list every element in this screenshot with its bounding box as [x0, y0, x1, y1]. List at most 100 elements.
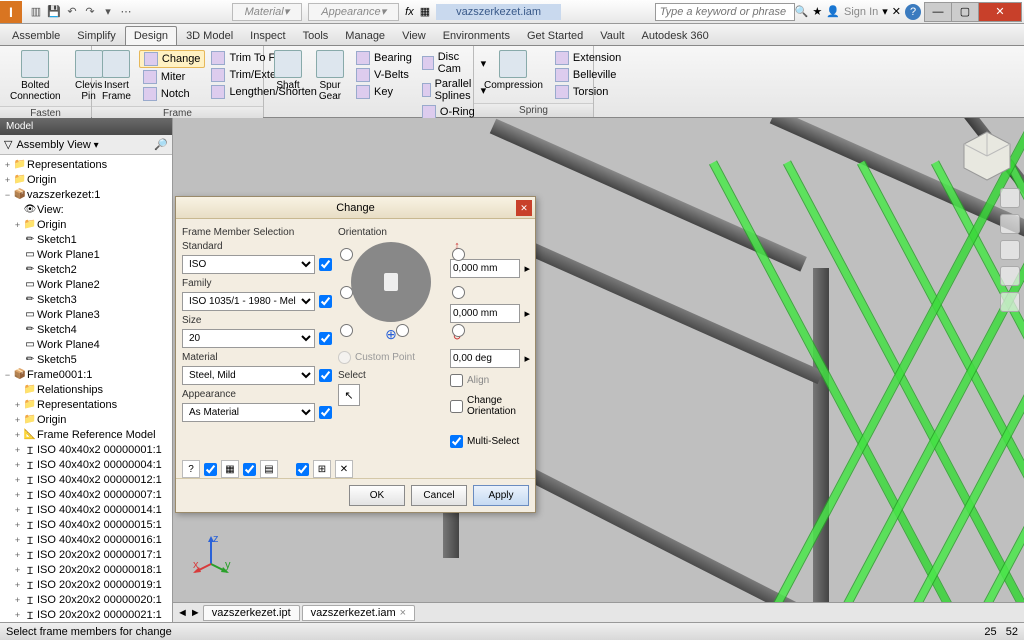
ribbon-tab[interactable]: Environments: [435, 27, 518, 45]
shaft-button[interactable]: Shaft: [268, 48, 308, 93]
star-icon[interactable]: ★: [812, 5, 822, 18]
opt-check[interactable]: [243, 463, 256, 476]
angle-input[interactable]: [450, 349, 520, 368]
appearance-check[interactable]: [319, 406, 332, 419]
miter-button[interactable]: Miter: [139, 69, 206, 85]
qat-undo-icon[interactable]: ↶: [64, 4, 80, 20]
tree-node[interactable]: ▭Work Plane3: [0, 307, 172, 322]
opt-button[interactable]: ✕: [335, 460, 353, 478]
tree-node[interactable]: +📁Origin: [0, 412, 172, 427]
file-tab[interactable]: vazszerkezet.ipt: [203, 605, 300, 621]
close-tab-icon[interactable]: ×: [400, 607, 406, 619]
orbit-icon[interactable]: [1000, 214, 1020, 234]
tree-node[interactable]: +📐Frame Reference Model: [0, 427, 172, 442]
dropdown-icon[interactable]: ▾: [882, 5, 888, 18]
tree-node[interactable]: +ꞮISO 20x20x2 00000017:1: [0, 547, 172, 562]
bearing-button[interactable]: Bearing: [352, 50, 416, 66]
compression-button[interactable]: Compression: [478, 48, 549, 93]
browser-header[interactable]: Model: [0, 118, 172, 135]
qat-select-icon[interactable]: ▾: [100, 4, 116, 20]
maximize-button[interactable]: ▢: [951, 2, 979, 22]
torsion-button[interactable]: Torsion: [551, 84, 625, 100]
ribbon-tab[interactable]: View: [394, 27, 434, 45]
opt-check[interactable]: [296, 463, 309, 476]
tree[interactable]: +📁Representations +📁Origin −📦vazszerkezet:…: [0, 155, 172, 622]
zoom-icon[interactable]: [1000, 266, 1020, 286]
ori-radio[interactable]: [452, 286, 465, 299]
dialog-close-button[interactable]: ✕: [516, 200, 532, 216]
tree-node[interactable]: −📦vazszerkezet:1: [0, 187, 172, 202]
help-icon[interactable]: ?: [905, 4, 921, 20]
tree-node[interactable]: +ꞮISO 40x40x2 00000012:1: [0, 472, 172, 487]
close-button[interactable]: ✕: [978, 2, 1022, 22]
ribbon-tab[interactable]: Get Started: [519, 27, 591, 45]
spinner-icon[interactable]: ▸: [524, 352, 530, 365]
tree-node[interactable]: +ꞮISO 40x40x2 00000015:1: [0, 517, 172, 532]
select-pick-button[interactable]: ↖: [338, 384, 360, 406]
ribbon-tab[interactable]: Inspect: [242, 27, 293, 45]
tree-node[interactable]: +ꞮISO 20x20x2 00000020:1: [0, 592, 172, 607]
standard-check[interactable]: [319, 258, 332, 271]
appearance-select[interactable]: As Material: [182, 403, 315, 422]
ori-radio[interactable]: [340, 248, 353, 261]
opt-button[interactable]: ▦: [221, 460, 239, 478]
tab-nav-left-icon[interactable]: ◄: [177, 607, 188, 619]
find-icon[interactable]: 🔎: [154, 138, 168, 151]
bolted-connection-button[interactable]: Bolted Connection: [4, 48, 67, 104]
qat-save-icon[interactable]: 💾: [46, 4, 62, 20]
extension-button[interactable]: Extension: [551, 50, 625, 66]
key-button[interactable]: Key: [352, 84, 416, 100]
qat-plus-icon[interactable]: ▦: [420, 5, 430, 18]
tree-node[interactable]: 📁Relationships: [0, 382, 172, 397]
ribbon-tab[interactable]: Vault: [592, 27, 632, 45]
app-logo[interactable]: I: [0, 1, 22, 23]
ori-radio[interactable]: [396, 324, 409, 337]
spinner-icon[interactable]: ▸: [524, 262, 530, 275]
tree-node[interactable]: ✏Sketch1: [0, 232, 172, 247]
tree-node[interactable]: ▭Work Plane1: [0, 247, 172, 262]
search-input[interactable]: [655, 3, 795, 21]
material-dropdown[interactable]: Material ▾: [232, 3, 303, 21]
tree-node[interactable]: +📁Origin: [0, 217, 172, 232]
insert-frame-button[interactable]: Insert Frame: [96, 48, 137, 104]
tree-node[interactable]: ✏Sketch4: [0, 322, 172, 337]
pan-icon[interactable]: [1000, 240, 1020, 260]
home-icon[interactable]: [1000, 188, 1020, 208]
tree-node[interactable]: +ꞮISO 40x40x2 00000014:1: [0, 502, 172, 517]
ori-radio[interactable]: [340, 324, 353, 337]
filter-icon[interactable]: ▽: [4, 138, 12, 151]
orientation-wheel[interactable]: [351, 242, 431, 322]
ori-radio[interactable]: [452, 248, 465, 261]
size-select[interactable]: 20: [182, 329, 315, 348]
assembly-view-dropdown[interactable]: Assembly View ▾: [16, 139, 98, 151]
tree-node[interactable]: ▭Work Plane4: [0, 337, 172, 352]
opt-check[interactable]: [204, 463, 217, 476]
align-check[interactable]: [450, 374, 463, 387]
tree-node[interactable]: ✏Sketch2: [0, 262, 172, 277]
ribbon-tab[interactable]: Design: [125, 26, 177, 45]
standard-select[interactable]: ISO: [182, 255, 315, 274]
spur-gear-button[interactable]: Spur Gear: [310, 48, 350, 104]
appearance-dropdown[interactable]: Appearance ▾: [308, 3, 399, 21]
qat-fx-icon[interactable]: fx: [405, 6, 414, 18]
ribbon-tab[interactable]: Simplify: [69, 27, 124, 45]
tree-node[interactable]: 👁View:: [0, 202, 172, 217]
file-tab[interactable]: vazszerkezet.iam ×: [302, 605, 415, 621]
apply-button[interactable]: Apply: [473, 485, 529, 506]
user-icon[interactable]: 👤: [826, 5, 840, 18]
tree-node[interactable]: +ꞮISO 40x40x2 00000001:1: [0, 442, 172, 457]
tree-node[interactable]: +📁Representations: [0, 157, 172, 172]
tree-node[interactable]: +ꞮISO 40x40x2 00000016:1: [0, 532, 172, 547]
size-check[interactable]: [319, 332, 332, 345]
material-check[interactable]: [319, 369, 332, 382]
opt-button[interactable]: ⊞: [313, 460, 331, 478]
ribbon-tab[interactable]: Manage: [337, 27, 393, 45]
material-select[interactable]: Steel, Mild: [182, 366, 315, 385]
ori-radio[interactable]: [452, 324, 465, 337]
qat-more-icon[interactable]: ⋯: [118, 4, 134, 20]
search-icon[interactable]: 🔍: [795, 5, 809, 18]
tree-node[interactable]: +ꞮISO 40x40x2 00000004:1: [0, 457, 172, 472]
change-orientation-check[interactable]: [450, 400, 463, 413]
cancel-button[interactable]: Cancel: [411, 485, 467, 506]
spinner-icon[interactable]: ▸: [524, 307, 530, 320]
